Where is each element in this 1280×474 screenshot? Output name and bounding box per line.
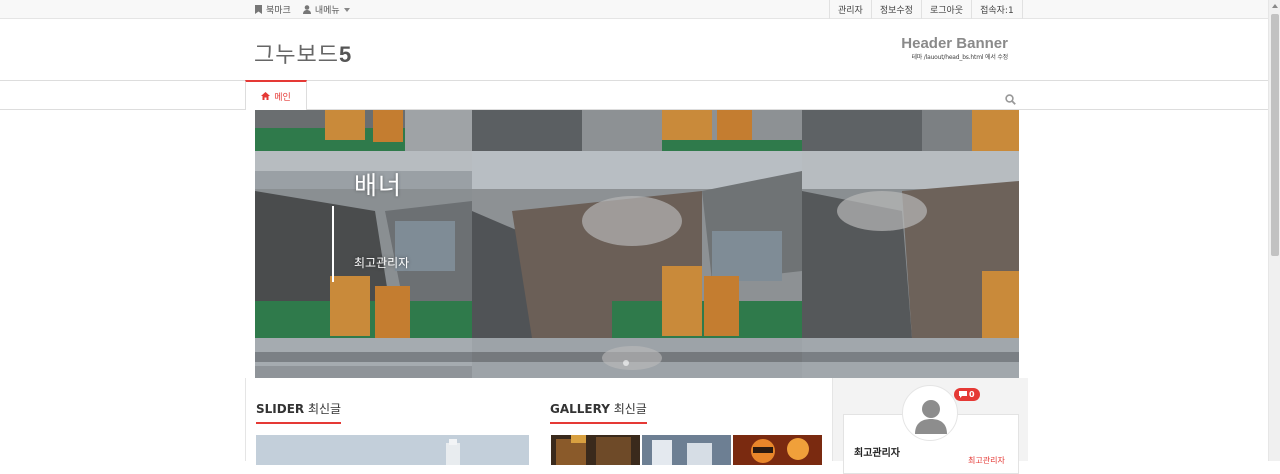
banner-tile (472, 338, 802, 378)
banner-tile (472, 151, 802, 338)
mymenu-label: 내메뉴 (314, 6, 340, 16)
logout-link[interactable]: 로그아웃 (920, 0, 971, 19)
banner-tile (255, 110, 472, 151)
site-header: 그누보드5 Header Banner 테마 /lauout/head_bs.h… (0, 19, 1268, 80)
slider-title-en: SLIDER (256, 402, 305, 416)
banner-author: 최고관리자 (354, 256, 410, 270)
banner-tile (255, 338, 472, 378)
page-scrollbar[interactable] (1268, 0, 1280, 461)
mymenu-dropdown[interactable]: 내메뉴 (302, 3, 350, 16)
scroll-up-arrow-icon[interactable] (1272, 4, 1278, 8)
slider-title-ko: 최신글 (304, 402, 342, 416)
header-banner-subtitle: 테마 /lauout/head_bs.html 에서 수정 (911, 54, 1008, 61)
bookmark-link[interactable]: 북마크 (255, 3, 291, 16)
home-icon (261, 92, 271, 100)
main-nav: 메인 (0, 80, 1268, 110)
nav-home-tab[interactable]: 메인 (245, 80, 307, 110)
bookmark-label: 북마크 (266, 6, 291, 16)
right-sidebar: 0 최고관리자 최고관리자 (832, 378, 1028, 474)
gallery-section-title[interactable]: GALLERY 최신글 (550, 400, 647, 424)
banner-title: 배너 (354, 171, 403, 200)
banner-divider (332, 206, 334, 282)
profile-avatar[interactable] (902, 385, 958, 441)
nav-home-label: 메인 (274, 92, 291, 103)
memo-badge[interactable]: 0 (954, 388, 980, 401)
comment-icon (959, 391, 967, 398)
top-bar-left: 북마크 내메뉴 (255, 0, 350, 19)
slider-latest-section: SLIDER 최신글 (256, 398, 342, 424)
top-bar: 북마크 내메뉴 관리자 정보수정 로그아웃 접속자:1 (0, 0, 1268, 19)
scrollbar-thumb[interactable] (1271, 14, 1279, 256)
banner-tile (802, 110, 1019, 151)
admin-link[interactable]: 관리자 (829, 0, 871, 19)
profile-name: 최고관리자 (854, 448, 900, 459)
banner-tile (472, 110, 802, 151)
top-bar-right: 관리자 정보수정 로그아웃 접속자:1 (829, 0, 1023, 19)
banner-tile (802, 338, 1019, 378)
banner-dot[interactable] (623, 360, 629, 366)
banner-indicators[interactable] (623, 360, 629, 366)
main-banner[interactable]: 배너 최고관리자 (255, 110, 1019, 378)
memo-count: 0 (969, 390, 975, 399)
header-banner[interactable]: Header Banner 테마 /lauout/head_bs.html 에서… (890, 35, 1008, 61)
visitor-count-link[interactable]: 접속자:1 (971, 0, 1023, 19)
gallery-title-ko: 최신글 (609, 402, 647, 416)
bookmark-icon (255, 5, 262, 14)
gallery-title-en: GALLERY (550, 402, 610, 416)
slider-section-title[interactable]: SLIDER 최신글 (256, 400, 342, 424)
site-logo[interactable]: 그누보드5 (254, 37, 352, 69)
edit-info-link[interactable]: 정보수정 (870, 0, 921, 19)
search-icon[interactable] (1005, 90, 1016, 109)
logo-number: 5 (338, 42, 353, 67)
gallery-latest-section: GALLERY 최신글 (550, 398, 647, 424)
caret-down-icon (343, 7, 350, 12)
banner-tile (802, 151, 1019, 338)
user-icon (302, 5, 311, 14)
header-banner-title: Header Banner (901, 35, 1008, 52)
logo-text: 그누보드 (254, 42, 339, 67)
